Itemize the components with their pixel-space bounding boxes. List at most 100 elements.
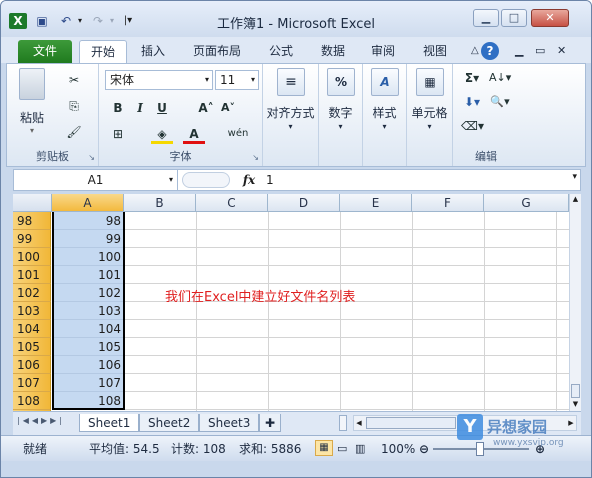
status-sum: 求和: 5886 <box>239 442 302 456</box>
vertical-scrollbar[interactable]: ▲ ▼ <box>569 194 581 411</box>
column-header-g[interactable]: G <box>484 194 569 212</box>
paste-button[interactable]: 粘贴 ▾ <box>15 68 49 135</box>
clipboard-launcher-icon[interactable]: ↘ <box>88 153 95 162</box>
tab-formulas[interactable]: 公式 <box>261 40 301 63</box>
scroll-left-icon[interactable]: ◀ <box>354 416 364 430</box>
zoom-level[interactable]: 100% <box>381 440 415 458</box>
select-all-corner[interactable] <box>13 194 52 212</box>
font-color-icon[interactable]: A <box>183 124 205 144</box>
format-painter-icon[interactable]: 🖌 <box>63 122 85 142</box>
maximize-button[interactable]: □ <box>501 9 527 27</box>
tab-view[interactable]: 视图 <box>415 40 455 63</box>
zoom-out-icon[interactable]: ⊖ <box>419 440 429 458</box>
cell-a[interactable]: 104 <box>52 320 124 338</box>
sheet-nav-icons[interactable]: |◀◀▶▶| <box>17 416 65 425</box>
expand-formula-bar-icon[interactable]: ▾ <box>572 172 577 182</box>
cell-a[interactable]: 103 <box>52 302 124 320</box>
page-layout-view-icon[interactable]: ▭ <box>337 440 347 458</box>
ribbon: 粘贴 ▾ ✂ ⎘ 🖌 剪贴板 ↘ 宋体 ▾ 11 ▾ B I U A˄ A˅ ⊞ ◈… <box>6 63 586 167</box>
scroll-down-icon[interactable]: ▼ <box>571 400 580 410</box>
cell-a[interactable]: 102 <box>52 284 124 302</box>
row-header[interactable]: 108 <box>13 392 51 410</box>
number-group[interactable]: % 数字 ▾ <box>319 64 363 166</box>
alignment-label: 对齐方式 <box>266 106 315 120</box>
scroll-right-icon[interactable]: ▶ <box>566 416 576 430</box>
cut-icon[interactable]: ✂ <box>63 70 85 90</box>
sheet-tab-sheet2[interactable]: Sheet2 <box>139 414 200 432</box>
styles-group[interactable]: A 样式 ▾ <box>363 64 407 166</box>
cell-a[interactable]: 106 <box>52 356 124 374</box>
close-button[interactable]: ✕ <box>531 9 569 27</box>
phonetic-icon[interactable]: wén <box>227 124 249 144</box>
find-select-icon[interactable]: 🔍▾ <box>489 92 511 112</box>
sheet-tab-sheet1[interactable]: Sheet1 <box>79 414 140 432</box>
hscroll-thumb[interactable] <box>366 417 456 429</box>
italic-icon[interactable]: I <box>129 98 151 118</box>
grow-font-icon[interactable]: A˄ <box>195 98 217 118</box>
cell-a[interactable]: 100 <box>52 248 124 266</box>
column-header-c[interactable]: C <box>196 194 268 212</box>
normal-view-icon[interactable]: ▦ <box>315 440 333 456</box>
row-header[interactable]: 99 <box>13 230 51 248</box>
row-header[interactable]: 103 <box>13 302 51 320</box>
formula-bar-splitter[interactable] <box>182 172 230 188</box>
cell-a[interactable]: 99 <box>52 230 124 248</box>
insert-function-icon[interactable]: fx <box>236 170 262 190</box>
alignment-group[interactable]: ≡ 对齐方式 ▾ <box>263 64 319 166</box>
tab-review[interactable]: 审阅 <box>363 40 403 63</box>
scroll-thumb[interactable] <box>571 384 580 398</box>
scroll-up-icon[interactable]: ▲ <box>571 195 580 205</box>
row-header[interactable]: 105 <box>13 338 51 356</box>
row-header[interactable]: 104 <box>13 320 51 338</box>
status-average: 平均值: 54.5 <box>89 442 160 456</box>
row-header[interactable]: 98 <box>13 212 51 230</box>
tab-split-handle[interactable] <box>339 415 347 431</box>
font-size-combo[interactable]: 11 ▾ <box>215 70 259 90</box>
borders-icon[interactable]: ⊞ <box>107 124 129 144</box>
page-break-view-icon[interactable]: ▥ <box>355 440 365 458</box>
column-header-e[interactable]: E <box>340 194 412 212</box>
column-header-a[interactable]: A <box>52 194 124 212</box>
cell-a[interactable]: 108 <box>52 392 124 410</box>
cell-a[interactable]: 101 <box>52 266 124 284</box>
tab-insert[interactable]: 插入 <box>133 40 173 63</box>
row-header[interactable]: 102 <box>13 284 51 302</box>
underline-icon[interactable]: U <box>151 98 173 118</box>
clear-icon[interactable]: ⌫▾ <box>461 116 484 136</box>
cell-a[interactable]: 105 <box>52 338 124 356</box>
minimize-button[interactable]: ▁ <box>473 9 499 27</box>
cell-a[interactable]: 98 <box>52 212 124 230</box>
column-header-f[interactable]: F <box>412 194 484 212</box>
copy-icon[interactable]: ⎘ <box>63 96 85 116</box>
column-header-d[interactable]: D <box>268 194 340 212</box>
zoom-slider-knob[interactable] <box>476 442 484 456</box>
clipboard-icon <box>19 68 45 100</box>
tab-data[interactable]: 数据 <box>313 40 353 63</box>
fill-color-icon[interactable]: ◈ <box>151 124 173 144</box>
shrink-font-icon[interactable]: A˅ <box>217 98 239 118</box>
cell-a[interactable]: 107 <box>52 374 124 392</box>
name-box[interactable]: A1 ▾ <box>14 170 178 190</box>
sheet-tab-sheet3[interactable]: Sheet3 <box>199 414 260 432</box>
fill-icon[interactable]: ⬇▾ <box>461 92 483 112</box>
font-launcher-icon[interactable]: ↘ <box>252 153 259 162</box>
tab-home[interactable]: 开始 <box>79 40 127 63</box>
help-icon[interactable]: ? <box>481 42 499 60</box>
font-name-combo[interactable]: 宋体 ▾ <box>105 70 213 90</box>
column-header-b[interactable]: B <box>124 194 196 212</box>
bold-icon[interactable]: B <box>107 98 129 118</box>
paste-dropdown-icon[interactable]: ▾ <box>15 126 49 135</box>
worksheet-grid[interactable]: A B C D E F G 98 98 99 99 100 100 101 101 102 102… <box>13 194 569 411</box>
autosum-icon[interactable]: Σ▾ <box>461 68 483 88</box>
tab-page-layout[interactable]: 页面布局 <box>185 40 249 63</box>
insert-sheet-icon[interactable]: ✚ <box>259 414 282 432</box>
formula-input[interactable]: 1 <box>266 170 274 190</box>
tab-file[interactable]: 文件 <box>18 40 72 63</box>
row-header[interactable]: 100 <box>13 248 51 266</box>
row-header[interactable]: 107 <box>13 374 51 392</box>
doc-close-icon[interactable]: ✕ <box>549 40 574 63</box>
row-header[interactable]: 106 <box>13 356 51 374</box>
row-header[interactable]: 101 <box>13 266 51 284</box>
cells-group[interactable]: ▦ 单元格 ▾ <box>407 64 453 166</box>
sort-filter-icon[interactable]: A↓▾ <box>489 68 511 88</box>
